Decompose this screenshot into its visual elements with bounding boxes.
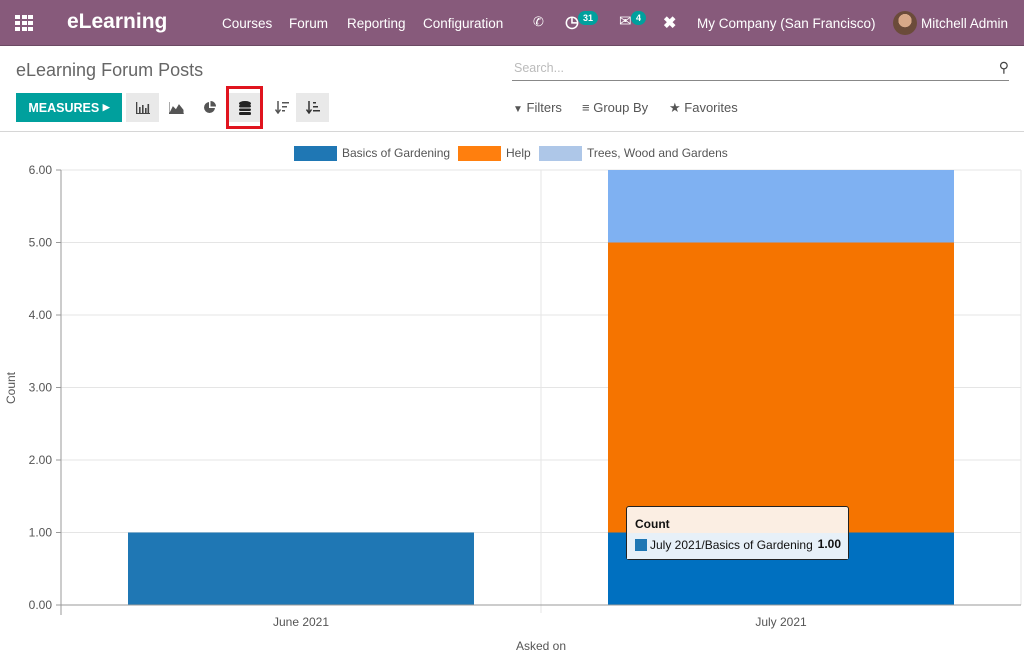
legend-swatch [458,146,501,161]
bar-segment [608,170,954,243]
tooltip-label: July 2021/Basics of Gardening [650,538,813,552]
tooltip-swatch [635,539,647,551]
x-axis-label: Asked on [516,639,566,653]
user-menu[interactable]: Mitchell Admin [921,16,1008,31]
line-chart-button[interactable] [160,93,193,122]
stacked-highlight-box [226,86,263,129]
menu-reporting[interactable]: Reporting [347,16,406,31]
phone-icon[interactable]: ✆ [533,14,544,30]
tooltip-title: Count [635,517,670,531]
y-tick-label: 5.00 [29,236,53,250]
x-tick-label: June 2021 [273,615,329,629]
chart-tooltip: Count July 2021/Basics of Gardening 1.00 [626,506,849,560]
bar-segment [608,242,954,533]
menu-configuration[interactable]: Configuration [423,16,503,31]
messages-badge: 4 [631,11,647,25]
company-switcher[interactable]: My Company (San Francisco) [697,16,876,31]
tooltip-value: 1.00 [817,537,841,551]
apps-grid-icon[interactable] [15,15,33,31]
y-axis-label: Count [4,371,18,404]
filters-button[interactable]: ▼ Filters [513,100,562,115]
search-icon[interactable]: ⚲ [999,59,1009,76]
app-name[interactable]: eLearning [67,10,167,34]
bar-chart-button[interactable] [126,93,159,122]
sort-ascending-icon [305,101,320,114]
sort-descending-icon [274,101,289,114]
sort-descending-button[interactable] [265,93,298,122]
legend-label: Trees, Wood and Gardens [587,146,728,160]
menu-courses[interactable]: Courses [222,16,272,31]
tools-icon[interactable]: ✖ [663,13,676,33]
legend-label: Basics of Gardening [342,146,450,160]
bar-chart: Basics of Gardening Help Trees, Wood and G… [4,146,1022,653]
favorites-label: Favorites [684,100,738,115]
menu-forum[interactable]: Forum [289,16,328,31]
area-chart-icon [169,101,184,114]
y-tick-label: 4.00 [29,308,53,322]
pie-chart-icon [204,101,216,113]
activity-badge: 31 [578,11,599,25]
page-title: eLearning Forum Posts [16,60,204,80]
group-by-label: Group By [593,100,649,115]
legend-swatch [294,146,337,161]
y-tick-label: 6.00 [29,163,53,177]
pie-chart-button[interactable] [193,93,226,122]
search-input[interactable]: Search... ⚲ [512,56,1009,81]
x-tick-label: July 2021 [755,615,807,629]
tooltip-row: July 2021/Basics of Gardening 1.00 [627,533,848,559]
measures-label: MEASURES [28,100,100,115]
favorites-button[interactable]: ★ Favorites [669,100,738,116]
group-by-button[interactable]: ≡ Group By [582,100,648,115]
chart-legend: Basics of Gardening Help Trees, Wood and G… [294,146,728,161]
clock-icon[interactable]: ◷ [565,12,579,32]
avatar[interactable] [893,11,917,35]
y-tick-label: 3.00 [29,381,53,395]
legend-label: Help [506,146,531,160]
measures-button[interactable]: MEASURES ▶ [16,93,122,122]
bar-chart-icon [135,101,150,114]
y-tick-label: 1.00 [29,526,53,540]
top-navbar: eLearning Courses Forum Reporting Config… [0,0,1024,46]
caret-right-icon: ▶ [102,102,110,112]
filter-icon: ▼ [513,104,523,115]
sort-ascending-button[interactable] [296,93,329,122]
legend-swatch [539,146,582,161]
search-placeholder: Search... [514,61,565,75]
bar-segment [128,532,474,605]
y-tick-label: 0.00 [29,598,53,612]
y-tick-label: 2.00 [29,453,53,467]
bars-icon: ≡ [582,100,590,115]
star-icon: ★ [669,100,681,115]
filters-label: Filters [526,100,562,115]
chat-icon[interactable]: ✉ [619,12,632,30]
